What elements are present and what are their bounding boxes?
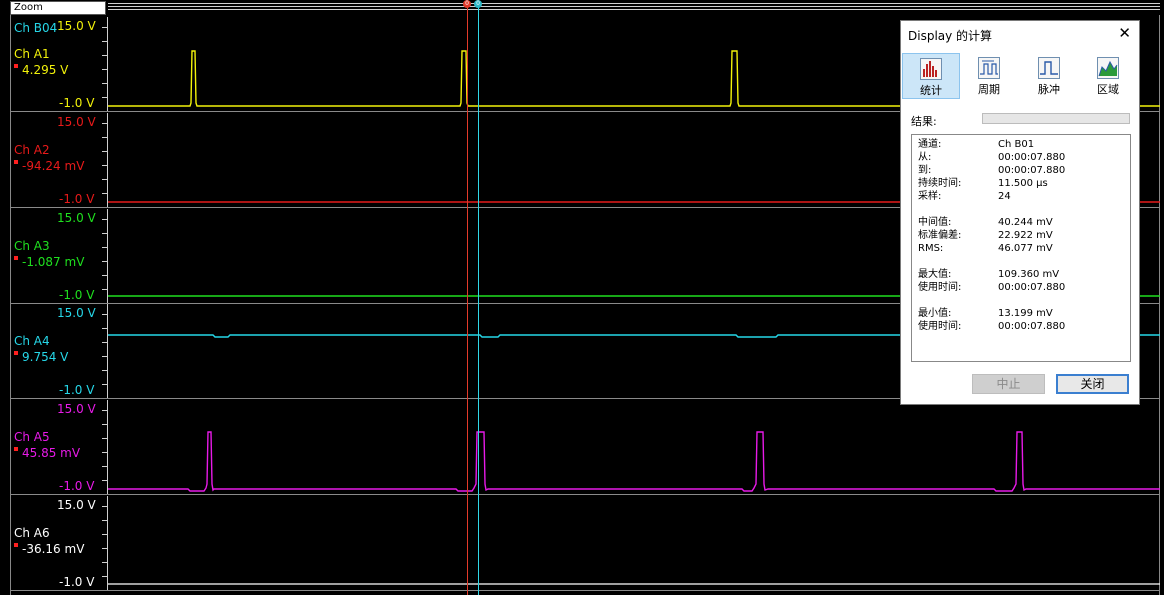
calculation-dialog: Display 的计算 ✕ 统计 周期 脉冲 区域 结果: 通道: Ch B01… xyxy=(900,20,1140,405)
channel-name: Ch A3 xyxy=(14,239,50,253)
channel-strip-a6[interactable]: 15.0 V Ch A6 -36.16 mV -1.0 V xyxy=(11,496,1160,591)
channel-value: 4.295 V xyxy=(14,63,68,77)
channel-value: -1.087 mV xyxy=(14,255,84,269)
stat-key: 最小值: xyxy=(918,308,952,319)
channel-value: -36.16 mV xyxy=(14,542,84,556)
period-icon xyxy=(978,57,1000,79)
channel-strip-a5[interactable]: 15.0 V Ch A5 45.85 mV -1.0 V xyxy=(11,400,1160,495)
channel-value: 9.754 V xyxy=(14,350,68,364)
stat-row: 通道: Ch B01 xyxy=(918,138,1128,151)
zoom-label[interactable]: Zoom xyxy=(10,1,106,15)
stat-row: 持续时间: 11.500 µs xyxy=(918,177,1128,190)
stat-key: 采样: xyxy=(918,191,942,202)
stat-value: 13.199 mV xyxy=(998,308,1053,319)
tab-label: 统计 xyxy=(920,84,942,97)
y-min-label: -1.0 V xyxy=(59,479,95,493)
stat-key: RMS: xyxy=(918,243,944,254)
stat-key: 从: xyxy=(918,152,932,163)
channel-name: Ch A4 xyxy=(14,334,50,348)
stat-row: 最小值: 13.199 mV xyxy=(918,307,1128,320)
tab-statistics[interactable]: 统计 xyxy=(902,53,960,99)
stat-value: 00:00:07.880 xyxy=(998,152,1066,163)
stat-value: 22.922 mV xyxy=(998,230,1053,241)
y-max-label: 15.0 V xyxy=(57,211,96,225)
time-ruler[interactable] xyxy=(108,0,1160,14)
stat-value: 11.500 µs xyxy=(998,178,1048,189)
stats-panel: 通道: Ch B01 从: 00:00:07.880 到: 00:00:07.880 … xyxy=(911,134,1131,362)
stat-value: 00:00:07.880 xyxy=(998,165,1066,176)
channel-name: Ch A2 xyxy=(14,143,50,157)
statistics-icon xyxy=(920,58,942,80)
channel-name: Ch A5 xyxy=(14,430,50,444)
stat-key: 通道: xyxy=(918,139,942,150)
stat-value: 00:00:07.880 xyxy=(998,321,1066,332)
y-max-label: 15.0 V xyxy=(57,402,96,416)
tab-label: 区域 xyxy=(1097,83,1119,96)
y-min-label: -1.0 V xyxy=(59,575,95,589)
stat-row: 中间值: 40.244 mV xyxy=(918,216,1128,229)
stat-value: 40.244 mV xyxy=(998,217,1053,228)
tab-pulse[interactable]: 脉冲 xyxy=(1020,53,1078,99)
y-max-label: 15.0 V xyxy=(57,498,96,512)
stat-row: 从: 00:00:07.880 xyxy=(918,151,1128,164)
y-min-label: -1.0 V xyxy=(59,192,95,206)
y-min-label: -1.0 V xyxy=(59,96,95,110)
overlay-channel-label: Ch B04 xyxy=(14,21,58,35)
close-icon[interactable]: ✕ xyxy=(1118,24,1131,42)
stat-value: 24 xyxy=(998,191,1011,202)
tab-label: 周期 xyxy=(978,83,1000,96)
stat-key: 使用时间: xyxy=(918,321,962,332)
stat-row: 标准偏差: 22.922 mV xyxy=(918,229,1128,242)
stop-button[interactable]: 中止 xyxy=(972,374,1045,394)
channel-name: Ch A6 xyxy=(14,526,50,540)
stat-row: 采样: 24 xyxy=(918,190,1128,203)
stat-key: 使用时间: xyxy=(918,282,962,293)
stat-row: 最大值: 109.360 mV xyxy=(918,268,1128,281)
stat-key: 最大值: xyxy=(918,269,952,280)
waveform-a5 xyxy=(108,431,1160,492)
dialog-title: Display 的计算 xyxy=(908,29,993,43)
stat-key: 持续时间: xyxy=(918,178,962,189)
result-progress-bar xyxy=(982,113,1130,124)
stat-row: 使用时间: 00:00:07.880 xyxy=(918,320,1128,333)
y-min-label: -1.0 V xyxy=(59,383,95,397)
stat-value: 109.360 mV xyxy=(998,269,1060,280)
channel-value: -94.24 mV xyxy=(14,159,84,173)
result-label: 结果: xyxy=(911,115,937,128)
tab-area[interactable]: 区域 xyxy=(1079,53,1137,99)
stat-row: 使用时间: 00:00:07.880 xyxy=(918,281,1128,294)
tab-label: 脉冲 xyxy=(1038,83,1060,96)
y-max-label: 15.0 V xyxy=(57,306,96,320)
stat-row: 到: 00:00:07.880 xyxy=(918,164,1128,177)
stat-row: RMS: 46.077 mV xyxy=(918,242,1128,255)
y-min-label: -1.0 V xyxy=(59,288,95,302)
tab-period[interactable]: 周期 xyxy=(960,53,1018,99)
stat-key: 中间值: xyxy=(918,217,952,228)
stat-key: 标准偏差: xyxy=(918,230,962,241)
y-max-label: 15.0 V xyxy=(57,115,96,129)
y-max-label: 15.0 V xyxy=(57,19,96,33)
channel-value: 45.85 mV xyxy=(14,446,80,460)
close-button[interactable]: 关闭 xyxy=(1056,374,1129,394)
stat-value: 46.077 mV xyxy=(998,243,1053,254)
channel-name: Ch A1 xyxy=(14,47,50,61)
stat-key: 到: xyxy=(918,165,932,176)
waveform-a6 xyxy=(108,583,1160,585)
stat-value: 00:00:07.880 xyxy=(998,282,1066,293)
pulse-icon xyxy=(1038,57,1060,79)
stat-value: Ch B01 xyxy=(998,139,1035,150)
area-icon xyxy=(1097,57,1119,79)
